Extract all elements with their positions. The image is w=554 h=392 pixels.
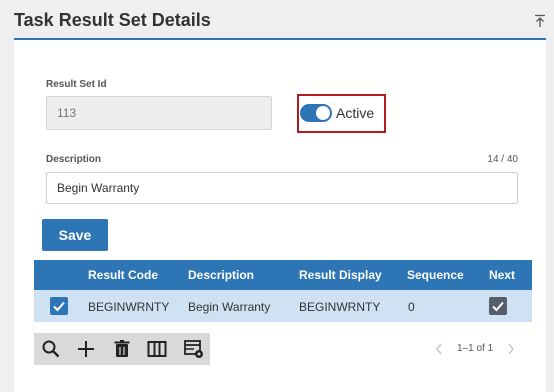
- column-header-result-code[interactable]: Result Code: [88, 268, 158, 282]
- toggle-knob: [316, 106, 330, 120]
- column-header-result-display[interactable]: Result Display: [299, 268, 382, 282]
- trash-icon[interactable]: [112, 339, 132, 359]
- plus-icon[interactable]: [76, 339, 96, 359]
- active-label: Active: [336, 105, 375, 121]
- result-set-id-label: Result Set Id: [46, 79, 107, 90]
- search-icon[interactable]: [41, 339, 61, 359]
- result-set-id-field: 113: [46, 96, 272, 130]
- pager-range: 1–1 of 1: [457, 343, 494, 354]
- grid-settings-icon[interactable]: [184, 339, 204, 359]
- collapse-icon[interactable]: [534, 14, 546, 28]
- chevron-right-icon[interactable]: [506, 342, 516, 356]
- description-char-counter: 14 / 40: [487, 154, 518, 165]
- description-label: Description: [46, 154, 102, 165]
- grid-header: Result Code Description Result Display S…: [34, 260, 532, 290]
- cell-result-code: BEGINWRNTY: [88, 300, 170, 314]
- pager: 1–1 of 1: [434, 342, 524, 358]
- page-title: Task Result Set Details: [14, 10, 211, 30]
- description-field[interactable]: Begin Warranty: [46, 172, 518, 204]
- active-toggle[interactable]: [300, 104, 332, 122]
- next-checkbox[interactable]: [489, 297, 507, 315]
- table-row[interactable]: BEGINWRNTY Begin Warranty BEGINWRNTY 0: [34, 290, 532, 322]
- grid-toolbar: [34, 333, 210, 365]
- panel-header: Task Result Set Details: [0, 0, 554, 42]
- save-button[interactable]: Save: [42, 219, 108, 251]
- column-header-sequence[interactable]: Sequence: [407, 268, 464, 282]
- chevron-left-icon[interactable]: [434, 342, 444, 356]
- column-header-description[interactable]: Description: [188, 268, 254, 282]
- cell-sequence: 0: [408, 300, 415, 314]
- details-card: Result Set Id 113 Active Description 14 …: [14, 40, 546, 392]
- row-select-checkbox[interactable]: [50, 297, 68, 315]
- column-header-next[interactable]: Next: [489, 268, 515, 282]
- cell-result-display: BEGINWRNTY: [299, 300, 381, 314]
- result-grid: Result Code Description Result Display S…: [34, 260, 532, 322]
- cell-description: Begin Warranty: [188, 300, 271, 314]
- columns-icon[interactable]: [147, 339, 167, 359]
